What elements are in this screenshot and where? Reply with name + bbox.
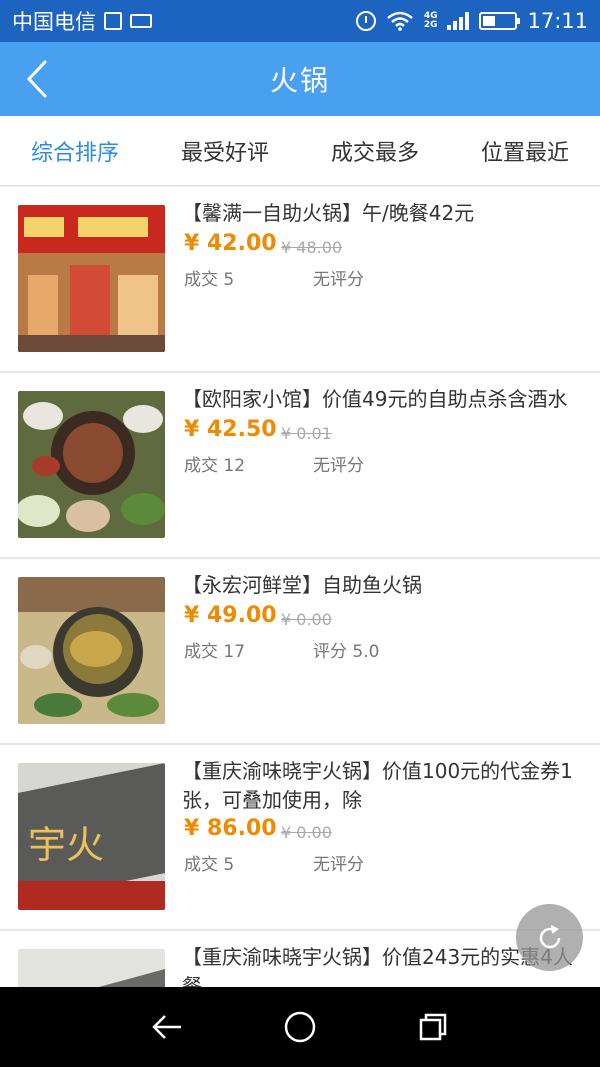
battery-icon — [479, 12, 521, 30]
deal-rating: 无评分 — [313, 855, 364, 875]
tab-nearest[interactable]: 位置最近 — [450, 116, 600, 185]
deal-price: ¥ 49.00 — [184, 603, 277, 628]
deal-title: 【永宏河鲜堂】自助鱼火锅 — [182, 573, 422, 597]
wifi-icon — [387, 11, 413, 31]
svg-text:宇火: 宇火 — [28, 823, 104, 867]
deal-thumbnail — [18, 949, 165, 987]
list-item[interactable]: 【馨满一自助火锅】午/晚餐42元 ¥ 42.00 ¥ 48.00 成交 5 无评… — [0, 187, 600, 373]
carrier-label: 中国电信 — [12, 10, 96, 34]
list-item[interactable]: 宇火 【重庆渝味晓宇火锅】价值100元的代金券1张，可叠加使用，除 ¥ 86.0… — [0, 745, 600, 931]
home-circle-icon — [284, 1011, 316, 1043]
deal-price: ¥ 86.00 — [184, 816, 277, 841]
deal-title: 【馨满一自助火锅】午/晚餐42元 — [182, 201, 475, 225]
deal-sold-count: 成交 17 — [184, 642, 246, 662]
list-item[interactable]: 【永宏河鲜堂】自助鱼火锅 ¥ 49.00 ¥ 0.00 成交 17 评分 5.0 — [0, 559, 600, 745]
list-item[interactable]: 【欧阳家小馆】价值49元的自助点杀含酒水 ¥ 42.50 ¥ 0.01 成交 1… — [0, 373, 600, 559]
page-title: 火锅 — [269, 64, 330, 97]
deal-sold-count: 成交 5 — [184, 855, 235, 875]
refresh-icon — [539, 924, 560, 948]
deal-rating: 无评分 — [313, 270, 364, 290]
deal-rating: 评分 5.0 — [313, 642, 380, 662]
deal-price: ¥ 42.50 — [184, 417, 277, 442]
sort-tabs: 综合排序 最受好评 成交最多 位置最近 — [0, 116, 600, 186]
app-header: 火锅 — [0, 42, 600, 116]
deal-sold-count: 成交 12 — [184, 456, 246, 476]
deal-price: ¥ 42.00 — [184, 231, 277, 256]
chevron-left-icon — [26, 60, 47, 98]
deal-thumbnail — [18, 205, 165, 352]
refresh-button[interactable] — [516, 904, 583, 971]
tab-best-rated[interactable]: 最受好评 — [150, 116, 300, 185]
recents-icon — [420, 1013, 447, 1041]
status-bar: 中国电信 4G 2G 17:11 — [0, 0, 600, 42]
deal-title: 【欧阳家小馆】价值49元的自助点杀含酒水 — [182, 387, 568, 411]
deal-thumbnail — [18, 577, 165, 724]
deal-original-price: ¥ 0.00 — [281, 610, 332, 629]
deal-rating: 无评分 — [313, 456, 364, 476]
signal-icon — [447, 12, 470, 30]
deal-sold-count: 成交 5 — [184, 270, 235, 290]
deal-thumbnail — [18, 391, 165, 538]
deal-list: 【馨满一自助火锅】午/晚餐42元 ¥ 42.00 ¥ 48.00 成交 5 无评… — [0, 187, 600, 987]
nav-home-button[interactable] — [280, 1007, 320, 1047]
list-item[interactable]: 【重庆渝味晓宇火锅】价值243元的实惠4人餐 — [0, 931, 600, 987]
tab-most-sold[interactable]: 成交最多 — [300, 116, 450, 185]
clock: 17:11 — [527, 9, 588, 33]
back-arrow-icon — [151, 1015, 181, 1039]
deal-original-price: ¥ 0.00 — [281, 823, 332, 842]
alarm-icon — [355, 11, 376, 31]
nav-back-button[interactable] — [147, 1007, 187, 1047]
keyboard-icon — [130, 14, 152, 28]
tab-comprehensive[interactable]: 综合排序 — [0, 116, 150, 185]
network-type: 4G 2G — [423, 11, 438, 30]
deal-original-price: ¥ 48.00 — [281, 238, 343, 257]
deal-original-price: ¥ 0.01 — [281, 424, 332, 443]
image-notification-icon — [104, 12, 122, 30]
deal-thumbnail: 宇火 — [18, 763, 165, 910]
nav-recents-button[interactable] — [413, 1007, 453, 1047]
deal-title: 【重庆渝味晓宇火锅】价值100元的代金券1张，可叠加使用，除 — [182, 759, 573, 812]
system-nav-bar — [0, 987, 600, 1067]
back-button[interactable] — [14, 56, 60, 102]
